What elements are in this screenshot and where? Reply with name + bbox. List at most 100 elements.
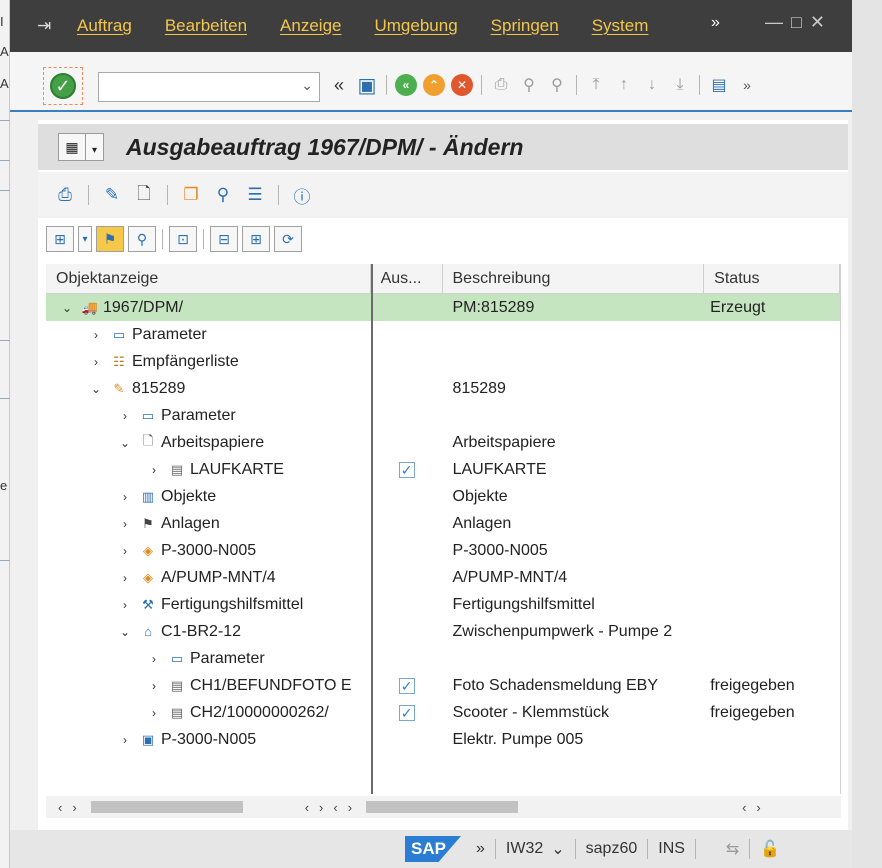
command-field[interactable]: ⌄ [98, 72, 320, 102]
expand-toggle-icon[interactable]: › [118, 544, 132, 558]
scroll-left-icon[interactable]: ‹ [58, 800, 62, 815]
next-page-icon[interactable]: ↓ [641, 74, 663, 96]
expand-toggle-icon[interactable]: ⌄ [89, 382, 103, 396]
collapse-button[interactable]: ⊟ [210, 226, 238, 252]
expand-toggle-icon[interactable]: › [147, 652, 161, 666]
tree-row[interactable]: › ◈ A/PUMP-MNT/4 A/PUMP-MNT/4 [46, 564, 840, 591]
expand-button[interactable]: ⊡ [169, 226, 197, 252]
tree-row[interactable]: › ⚒ Fertigungshilfsmittel Fertigungshilfsmi… [46, 591, 840, 618]
output-checkbox[interactable]: ✓ [398, 704, 415, 721]
exit-icon[interactable]: ⌃ [423, 74, 445, 96]
expand-toggle-icon[interactable]: › [89, 328, 103, 342]
expand-toggle-icon[interactable]: › [147, 679, 161, 693]
tree-node[interactable]: ⌄ ⌂ C1-BR2-12 [46, 623, 371, 641]
output-checkbox[interactable]: ✓ [398, 677, 415, 694]
unlock-icon[interactable]: 🔓 [760, 839, 780, 859]
col-beschreibung[interactable]: Beschreibung [443, 264, 705, 293]
last-page-icon[interactable]: ⤓ [669, 74, 691, 96]
enter-button[interactable]: ✓ [43, 67, 83, 105]
tree-row[interactable]: › ▭ Parameter [46, 645, 840, 672]
tree-row[interactable]: › ◈ P-3000-N005 P-3000-N005 [46, 537, 840, 564]
tree-row[interactable]: › ▭ Parameter [46, 321, 840, 348]
scroll-thumb[interactable] [90, 801, 243, 813]
tree-node[interactable]: › ⚒ Fertigungshilfsmittel [46, 596, 371, 614]
expand-toggle-icon[interactable]: ⌄ [118, 436, 132, 450]
tree-node[interactable]: › ☷ Empfängerliste [46, 353, 371, 371]
tree-node[interactable]: › ▣ P-3000-N005 [46, 731, 371, 749]
tree-node[interactable]: › ▭ Parameter [46, 326, 371, 344]
tree-node[interactable]: › ▥ Objekte [46, 488, 371, 506]
menu-springen[interactable]: Springen [491, 16, 559, 36]
scroll-left-icon[interactable]: ‹ [333, 800, 337, 815]
menu-umgebung[interactable]: Umgebung [374, 16, 457, 36]
tree-row[interactable]: ⌄ 🗋 Arbeitspapiere Arbeitspapiere [46, 429, 840, 456]
expand-toggle-icon[interactable]: › [118, 409, 132, 423]
col-aus[interactable]: Aus... [371, 264, 443, 293]
command-input[interactable] [99, 73, 289, 101]
horizontal-scrollbar[interactable]: ‹ › ‹ › ‹ › ‹ › [46, 796, 841, 818]
column-splitter[interactable] [371, 264, 373, 794]
transaction-code[interactable]: IW32 [506, 840, 543, 858]
tree-node[interactable]: › ⚑ Anlagen [46, 515, 371, 533]
tree-node[interactable]: › ▤ CH2/10000000262/ [46, 704, 371, 722]
tree-row[interactable]: ⌄ ✎ 815289 815289 [46, 375, 840, 402]
menu-more-button[interactable]: » [711, 14, 720, 32]
info-icon[interactable]: ⓘ [291, 184, 313, 207]
structure-button[interactable]: ⊞ [242, 226, 270, 252]
refresh-button[interactable]: ⟳ [274, 226, 302, 252]
add-node-dropdown[interactable]: ▾ [78, 226, 92, 252]
tree-row[interactable]: ⌄ 🚚 1967/DPM/PM:815289 Erzeugt [46, 294, 840, 321]
save-icon[interactable]: ▣ [356, 74, 378, 97]
chevron-down-icon[interactable]: ⌄ [301, 77, 313, 94]
back-icon[interactable]: « [395, 74, 417, 96]
expand-toggle-icon[interactable]: › [118, 571, 132, 585]
col-objektanzeige[interactable]: Objektanzeige [46, 264, 371, 293]
expand-toggle-icon[interactable]: › [118, 733, 132, 747]
expand-toggle-icon[interactable]: › [118, 517, 132, 531]
tree-row[interactable]: › ▭ Parameter [46, 402, 840, 429]
tree-row[interactable]: › ▣ P-3000-N005 Elektr. Pumpe 005 [46, 726, 840, 753]
scroll-right-icon[interactable]: › [756, 800, 760, 815]
flag-button[interactable]: ⚑ [96, 226, 124, 252]
tree-node[interactable]: › ▭ Parameter [46, 407, 371, 425]
tree-row[interactable]: › ▤ CH2/10000000262/ ✓ Scooter - Klemmstück f… [46, 699, 840, 726]
tree-row[interactable]: › ▤ LAUFKARTE ✓ LAUFKARTE [46, 456, 840, 483]
print-icon[interactable]: ⎙ [490, 74, 512, 96]
maximize-icon[interactable]: □ [791, 12, 810, 32]
col-status[interactable]: Status [704, 264, 840, 293]
document-icon[interactable]: 🗋 [133, 184, 155, 206]
menu-anzeige[interactable]: Anzeige [280, 16, 341, 36]
expand-toggle-icon[interactable]: ⌄ [60, 301, 74, 315]
scroll-left-icon[interactable]: ‹ [742, 800, 746, 815]
tree-node[interactable]: › ◈ P-3000-N005 [46, 542, 371, 560]
scroll-right-icon[interactable]: › [72, 800, 76, 815]
expand-toggle-icon[interactable]: › [147, 463, 161, 477]
copy-icon[interactable]: ❐ [180, 184, 202, 206]
tree-node[interactable]: ⌄ ✎ 815289 [46, 380, 371, 398]
status-more-button[interactable]: » [476, 840, 485, 858]
menu-auftrag[interactable]: Auftrag [77, 16, 132, 36]
scroll-left-icon[interactable]: ‹ [305, 800, 309, 815]
scroll-thumb[interactable] [366, 801, 519, 813]
output-checkbox[interactable]: ✓ [398, 461, 415, 478]
sort-icon[interactable]: ☰ [244, 184, 266, 206]
transfer-icon[interactable]: ⇆ [726, 839, 739, 859]
find-icon[interactable]: ⚲ [518, 74, 540, 96]
tree-node[interactable]: ⌄ 🚚 1967/DPM/ [46, 299, 371, 317]
edit-icon[interactable]: ✎ [101, 184, 123, 206]
print-icon[interactable]: ⎙ [54, 184, 76, 206]
expand-toggle-icon[interactable]: › [147, 706, 161, 720]
scroll-right-icon[interactable]: › [348, 800, 352, 815]
tree-node[interactable]: › ◈ A/PUMP-MNT/4 [46, 569, 371, 587]
add-node-button[interactable]: ⊞ [46, 226, 74, 252]
first-page-icon[interactable]: ⤒ [585, 74, 607, 96]
object-icon[interactable]: ▦ [58, 133, 86, 161]
title-dropdown[interactable]: ▾ [86, 133, 104, 161]
expand-toggle-icon[interactable]: › [118, 598, 132, 612]
new-session-icon[interactable]: ▤ [708, 74, 730, 96]
tree-row[interactable]: ⌄ ⌂ C1-BR2-12 Zwischenpumpwerk - Pumpe 2 [46, 618, 840, 645]
tree-row[interactable]: › ☷ Empfängerliste [46, 348, 840, 375]
zoom-button[interactable]: ⚲ [128, 226, 156, 252]
chevron-down-icon[interactable]: ⌄ [551, 839, 564, 859]
tree-node[interactable]: › ▭ Parameter [46, 650, 371, 668]
